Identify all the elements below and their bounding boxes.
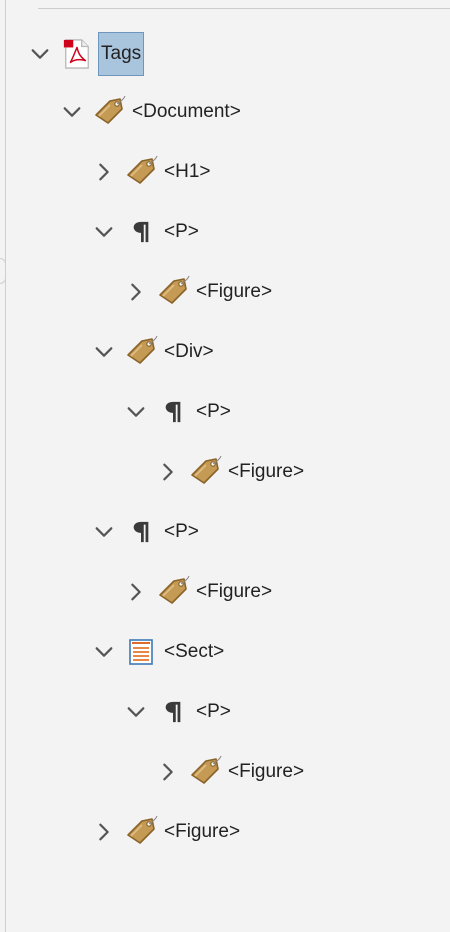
tree-label[interactable]: <Figure> (228, 461, 304, 483)
chevron-down-icon[interactable] (124, 700, 148, 724)
panel-divider (38, 8, 450, 9)
tree-row-tags[interactable]: Tags (28, 32, 145, 76)
section-icon (124, 634, 158, 670)
tree-label[interactable]: <Figure> (164, 821, 240, 843)
pilcrow-icon (124, 514, 158, 550)
chevron-down-icon[interactable] (92, 640, 116, 664)
chevron-down-icon[interactable] (92, 340, 116, 364)
chevron-down-icon[interactable] (92, 220, 116, 244)
chevron-down-icon[interactable] (124, 400, 148, 424)
tree-label[interactable]: <P> (196, 701, 231, 723)
tree-row-figure[interactable]: <Figure> (92, 812, 240, 852)
tree-label[interactable]: <P> (164, 521, 199, 543)
tag-icon (188, 754, 222, 790)
tree-row-figure[interactable]: <Figure> (156, 452, 304, 492)
chevron-right-icon[interactable] (156, 760, 180, 784)
tag-icon (156, 574, 190, 610)
chevron-down-icon[interactable] (28, 42, 52, 66)
tree-row-p[interactable]: <P> (124, 392, 231, 432)
tag-icon (188, 454, 222, 490)
tree-label-tags[interactable]: Tags (98, 32, 145, 76)
tree-row-figure[interactable]: <Figure> (124, 272, 272, 312)
chevron-right-icon[interactable] (124, 280, 148, 304)
pilcrow-icon (124, 214, 158, 250)
tree-label[interactable]: <H1> (164, 161, 210, 183)
chevron-right-icon[interactable] (92, 820, 116, 844)
chevron-right-icon[interactable] (92, 160, 116, 184)
tree-label[interactable]: <Div> (164, 341, 214, 363)
tree-label[interactable]: <Document> (132, 101, 241, 123)
tree-label[interactable]: <Figure> (196, 281, 272, 303)
tree-row-p[interactable]: <P> (92, 212, 199, 252)
tree-row-sect[interactable]: <Sect> (92, 632, 224, 672)
chevron-right-icon[interactable] (124, 580, 148, 604)
tree-label[interactable]: <Sect> (164, 641, 224, 663)
chevron-down-icon[interactable] (92, 520, 116, 544)
pilcrow-icon (156, 394, 190, 430)
panel-left-border (5, 0, 6, 932)
panel-resize-handle[interactable] (0, 258, 6, 284)
chevron-right-icon[interactable] (156, 460, 180, 484)
tree-row-document[interactable]: <Document> (60, 92, 241, 132)
tree-row-p[interactable]: <P> (92, 512, 199, 552)
pdf-icon (60, 36, 94, 72)
chevron-down-icon[interactable] (60, 100, 84, 124)
pilcrow-icon (156, 694, 190, 730)
tag-icon (124, 154, 158, 190)
tree-label[interactable]: <P> (164, 221, 199, 243)
tree-row-figure[interactable]: <Figure> (124, 572, 272, 612)
tree-row-h1[interactable]: <H1> (92, 152, 210, 192)
tree-row-div[interactable]: <Div> (92, 332, 214, 372)
tree-label[interactable]: <Figure> (228, 761, 304, 783)
tag-icon (124, 334, 158, 370)
tag-icon (124, 814, 158, 850)
tag-icon (92, 94, 126, 130)
tag-icon (156, 274, 190, 310)
tree-row-figure[interactable]: <Figure> (156, 752, 304, 792)
tree-row-p[interactable]: <P> (124, 692, 231, 732)
tags-panel: Tags <Document> <H1> <P> <Figure> <Div> … (0, 0, 450, 932)
tree-label[interactable]: <Figure> (196, 581, 272, 603)
tree-label[interactable]: <P> (196, 401, 231, 423)
